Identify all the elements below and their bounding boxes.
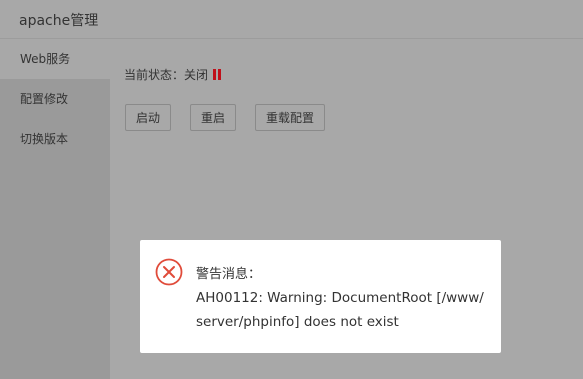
sidebar-item-label: 切换版本: [20, 132, 69, 146]
sidebar-item-config-edit[interactable]: 配置修改: [0, 79, 110, 119]
reload-config-button[interactable]: 重载配置: [255, 104, 325, 131]
sidebar-item-switch-version[interactable]: 切换版本: [0, 119, 110, 159]
status-value: 关闭: [184, 68, 209, 82]
app-title: apache管理: [19, 13, 99, 29]
start-button[interactable]: 启动: [125, 104, 171, 131]
service-status: 当前状态：关闭: [124, 66, 222, 83]
sidebar-item-web-service[interactable]: Web服务: [0, 39, 110, 79]
sidebar: Web服务 配置修改 切换版本: [0, 39, 110, 379]
pause-icon: [213, 69, 222, 80]
dialog-message: AH00112: Warning: DocumentRoot [/www/ser…: [196, 290, 484, 330]
window-titlebar: apache管理: [0, 0, 583, 39]
warning-dialog: 警告消息： AH00112: Warning: DocumentRoot [/w…: [140, 240, 501, 353]
sidebar-item-label: 配置修改: [20, 92, 69, 106]
status-label: 当前状态：: [124, 68, 185, 82]
restart-button[interactable]: 重启: [190, 104, 236, 131]
dialog-title: 警告消息：: [196, 267, 262, 282]
error-x-icon: [155, 258, 183, 286]
sidebar-item-label: Web服务: [20, 52, 71, 66]
